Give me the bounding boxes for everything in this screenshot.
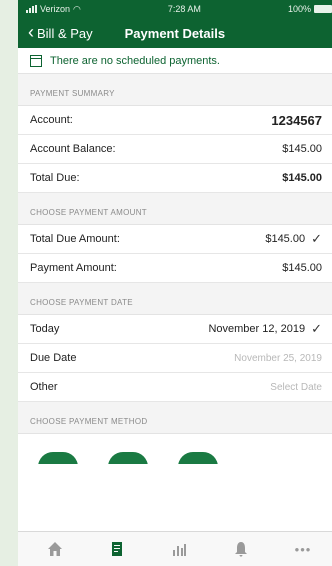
tab-home[interactable] xyxy=(35,534,75,564)
option-total-due-amount[interactable]: Total Due Amount: $145.00 ✓ xyxy=(18,225,332,254)
option-payment-amount[interactable]: Payment Amount: $145.00 xyxy=(18,254,332,283)
payment-method-option[interactable] xyxy=(178,452,218,464)
today-date-value: November 12, 2019 xyxy=(208,323,306,335)
option-value: $145.00 ✓ xyxy=(265,231,322,247)
checkmark-icon: ✓ xyxy=(311,231,322,246)
option-today[interactable]: Today November 12, 2019 ✓ xyxy=(18,315,332,344)
account-number: 1234567 xyxy=(271,112,322,128)
select-date-placeholder: Select Date xyxy=(270,381,322,393)
battery-percent: 100% xyxy=(287,4,311,14)
status-left: Verizon ◠ xyxy=(26,4,81,15)
option-due-date[interactable]: Due Date November 25, 2019 xyxy=(18,344,332,373)
notice-text: There are no scheduled payments. xyxy=(50,54,220,67)
total-due-amount-value: $145.00 xyxy=(265,233,306,245)
carrier-label: Verizon xyxy=(40,4,71,14)
tab-usage[interactable] xyxy=(159,534,199,564)
back-label: Bill & Pay xyxy=(37,25,93,41)
checkmark-icon: ✓ xyxy=(311,321,322,336)
row-label: Total Due Amount: xyxy=(30,233,120,245)
nav-bar: ‹ Bill & Pay Payment Details xyxy=(18,18,332,48)
back-button[interactable]: ‹ Bill & Pay xyxy=(28,22,93,42)
battery-indicator: 100% xyxy=(288,4,332,14)
row-label: Payment Amount: xyxy=(30,262,117,274)
due-date-value: November 25, 2019 xyxy=(234,352,322,364)
calendar-icon xyxy=(30,54,42,67)
section-header-payment-summary: PAYMENT SUMMARY xyxy=(18,74,332,106)
row-label: Other xyxy=(30,381,58,393)
payment-method-option[interactable] xyxy=(38,452,78,464)
row-label: Due Date xyxy=(30,352,77,364)
usage-icon xyxy=(173,544,186,556)
status-time: 7:28 AM xyxy=(167,4,201,14)
option-other-date[interactable]: Other Select Date xyxy=(18,373,332,402)
tab-notifications[interactable] xyxy=(221,534,261,564)
row-label: Total Due: xyxy=(30,172,80,184)
bill-icon xyxy=(112,542,122,556)
scheduled-payments-notice: There are no scheduled payments. xyxy=(18,48,332,74)
row-account-balance: Account Balance: $145.00 xyxy=(18,135,332,164)
payment-method-option[interactable] xyxy=(108,452,148,464)
section-header-payment-method: CHOOSE PAYMENT METHOD xyxy=(18,402,332,434)
option-value: November 12, 2019 ✓ xyxy=(208,321,322,337)
notifications-icon xyxy=(235,542,247,557)
signal-icon xyxy=(26,5,37,13)
section-header-payment-date: CHOOSE PAYMENT DATE xyxy=(18,283,332,315)
total-due-value: $145.00 xyxy=(282,172,322,184)
status-bar: Verizon ◠ 7:28 AM 100% xyxy=(18,0,332,18)
row-label: Account Balance: xyxy=(30,143,116,155)
chevron-left-icon: ‹ xyxy=(28,22,34,42)
row-label: Account: xyxy=(30,114,73,126)
battery-icon xyxy=(313,5,332,13)
payment-method-options xyxy=(18,434,332,464)
row-label: Today xyxy=(30,323,60,335)
account-balance-value: $145.00 xyxy=(282,143,322,155)
tab-more[interactable]: ••• xyxy=(283,534,323,564)
row-total-due: Total Due: $145.00 xyxy=(18,164,332,193)
payment-amount-value: $145.00 xyxy=(282,262,322,274)
section-header-payment-amount: CHOOSE PAYMENT AMOUNT xyxy=(18,193,332,225)
row-account: Account: 1234567 xyxy=(18,106,332,135)
home-icon xyxy=(48,542,62,556)
tab-bill[interactable] xyxy=(97,534,137,564)
more-icon: ••• xyxy=(294,541,312,557)
page-title: Payment Details xyxy=(124,25,226,41)
wifi-icon: ◠ xyxy=(73,3,81,14)
tab-bar: ••• xyxy=(18,531,332,566)
phone-screen: Verizon ◠ 7:28 AM 100% ‹ Bill & Pay Paym… xyxy=(18,0,332,566)
